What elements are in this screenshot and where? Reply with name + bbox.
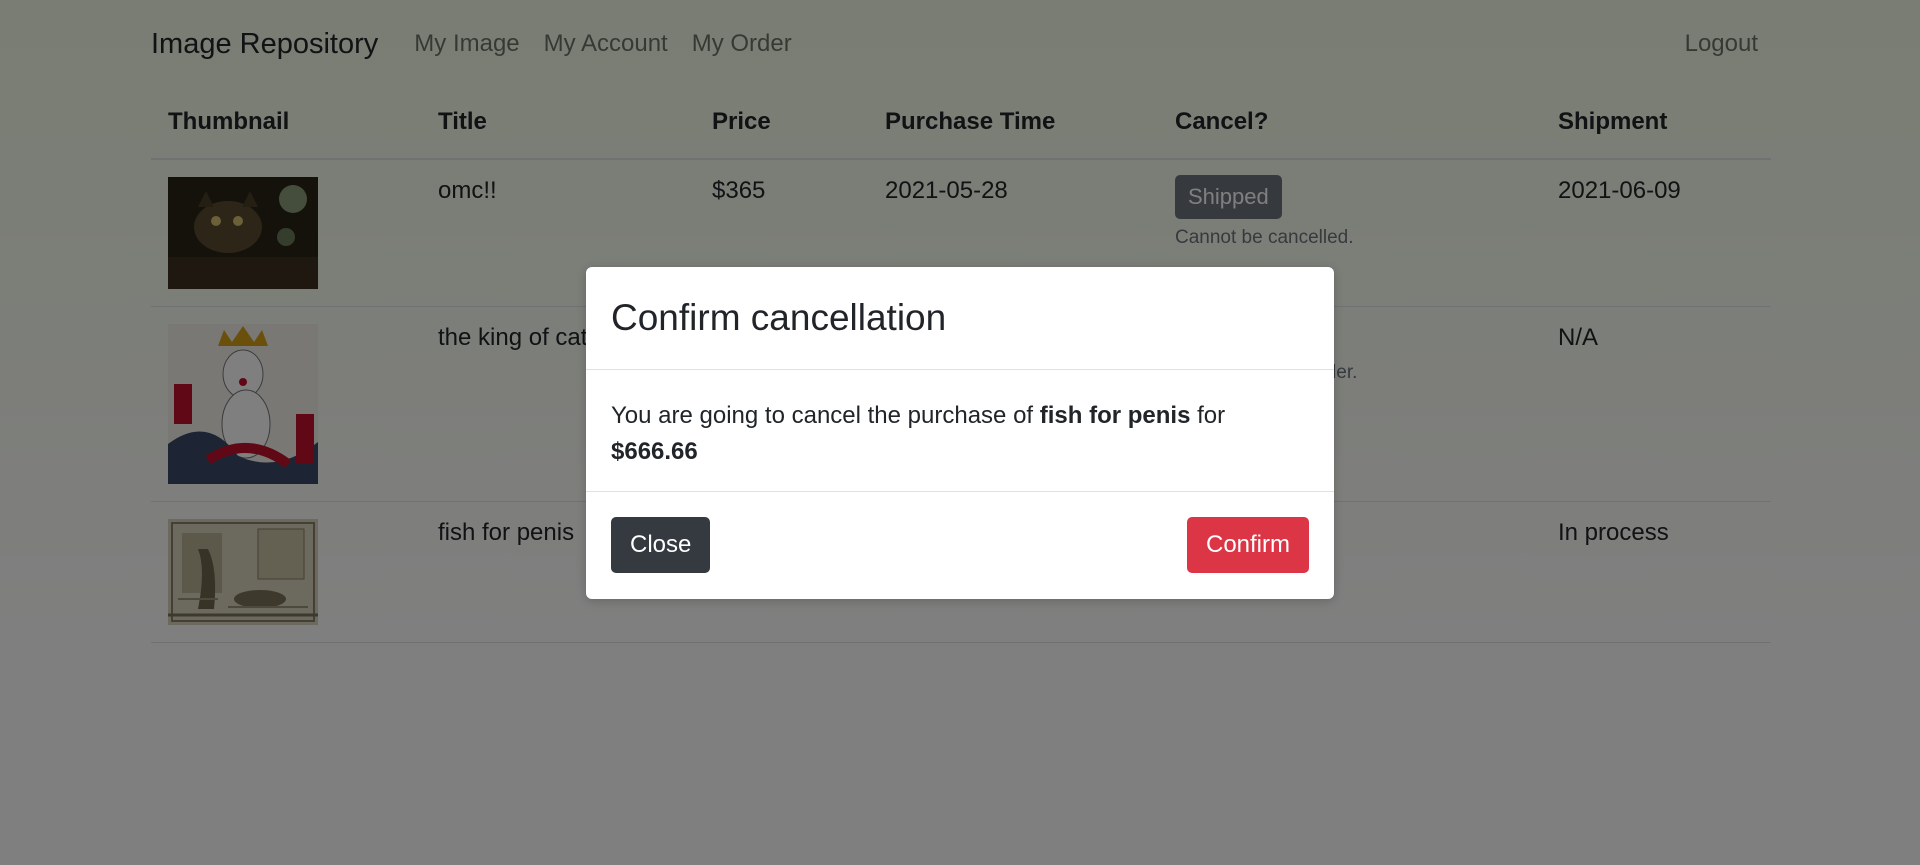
confirm-button[interactable]: Confirm bbox=[1186, 517, 1309, 573]
modal-title: Confirm cancellation bbox=[611, 297, 947, 338]
modal-body-middle: for bbox=[1190, 402, 1226, 429]
modal-amount: $666.66 bbox=[611, 438, 698, 465]
modal-body-prefix: You are going to cancel the purchase of bbox=[611, 402, 1040, 429]
modal-item-name: fish for penis bbox=[1039, 402, 1191, 429]
confirm-cancellation-dialog: Confirm cancellation You are going to ca… bbox=[586, 267, 1334, 599]
close-button[interactable]: Close bbox=[611, 517, 711, 573]
modal-footer: Close Confirm bbox=[586, 492, 1334, 598]
modal-header: Confirm cancellation bbox=[586, 267, 1334, 370]
modal-body: You are going to cancel the purchase of … bbox=[586, 370, 1334, 492]
